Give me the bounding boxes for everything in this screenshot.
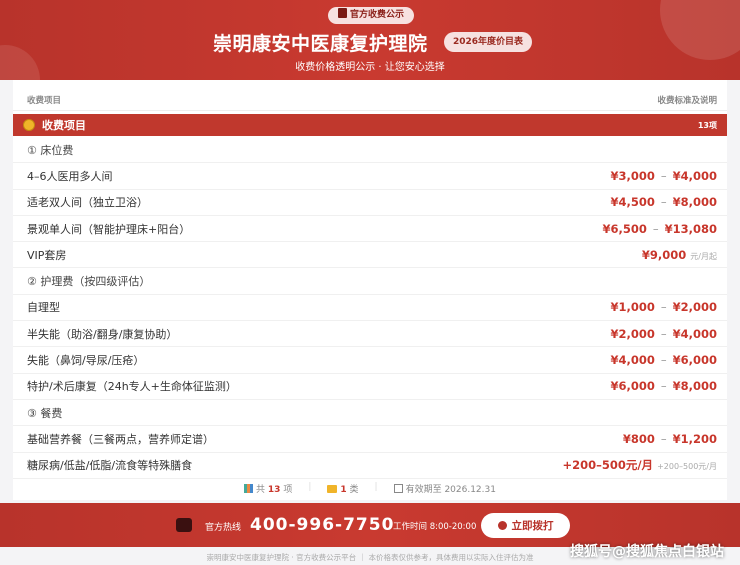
price-high: ¥4,000 bbox=[672, 168, 717, 183]
price-high: ¥6,000 bbox=[672, 353, 717, 368]
row-price: ¥800– ¥1,200 bbox=[623, 432, 717, 446]
valid-until-stat: 有效期至 2026.12.31 bbox=[393, 482, 496, 495]
category-row: ① 床位费 bbox=[13, 137, 727, 164]
row-price: ¥4,500– ¥8,000 bbox=[610, 195, 717, 209]
price-note: +200–500元/月 bbox=[657, 462, 717, 472]
official-badge-label: 官方收费公示 bbox=[350, 10, 405, 20]
price-row: 特护/术后康复（24h专人+生命体征监测） ¥6,000– ¥8,000 bbox=[13, 374, 727, 400]
hotline-number[interactable]: 400-996-7750 bbox=[250, 515, 394, 535]
hotline-label: 官方热线 bbox=[205, 523, 242, 533]
range-dash: – bbox=[660, 168, 667, 183]
price-low: ¥6,500 bbox=[602, 221, 647, 236]
price-low: ¥4,500 bbox=[610, 195, 655, 210]
category-row: ② 护理费（按四级评估） bbox=[13, 268, 727, 295]
row-price: ¥4,000– ¥6,000 bbox=[610, 353, 717, 367]
range-dash: – bbox=[660, 326, 667, 341]
section-count: 13项 bbox=[697, 120, 717, 130]
row-label: ② 护理费（按四级评估） bbox=[27, 275, 151, 289]
price-table-card: 收费项目 收费标准及说明 收费项目 13项 ① 床位费 4–6人医用多人间 ¥3,0… bbox=[13, 80, 727, 500]
range-dash: – bbox=[660, 431, 667, 446]
decorative-circle bbox=[660, 0, 740, 60]
range-dash: – bbox=[660, 195, 667, 210]
column-header: 收费项目 收费标准及说明 bbox=[27, 94, 717, 106]
category-stat: 1 类 bbox=[327, 482, 359, 495]
row-price: ¥1,000– ¥2,000 bbox=[610, 300, 717, 314]
price-high: ¥8,000 bbox=[672, 379, 717, 394]
price-low: ¥1,000 bbox=[610, 300, 655, 315]
price-low: ¥2,000 bbox=[610, 326, 655, 341]
page-subtitle: 收费价格透明公示 · 让您安心选择 bbox=[295, 62, 445, 73]
row-price: ¥9,000 元/月起 bbox=[642, 248, 717, 262]
row-label: 适老双人间（独立卫浴） bbox=[27, 196, 148, 210]
page-title: 崇明康安中医康复护理院 bbox=[213, 33, 428, 55]
row-price: ¥6,500– ¥13,080 bbox=[602, 222, 717, 236]
column-header-item: 收费项目 bbox=[27, 96, 62, 106]
price-low: ¥4,000 bbox=[610, 353, 655, 368]
range-dash: – bbox=[660, 300, 667, 315]
row-price: ¥6,000– ¥8,000 bbox=[610, 379, 717, 393]
telephone-icon bbox=[176, 518, 192, 532]
price-low: ¥6,000 bbox=[610, 379, 655, 394]
money-bag-icon bbox=[23, 119, 35, 131]
price-value: +200–500元/月 bbox=[562, 458, 654, 473]
header-banner: 官方收费公示 崇明康安中医康复护理院 2026年度价目表 收费价格透明公示 · … bbox=[0, 0, 740, 80]
call-now-button[interactable]: 立即拨打 bbox=[481, 513, 570, 538]
folder-icon bbox=[327, 485, 338, 493]
column-header-standard: 收费标准及说明 bbox=[657, 96, 717, 106]
price-row: 自理型 ¥1,000– ¥2,000 bbox=[13, 295, 727, 322]
phone-icon bbox=[497, 521, 507, 530]
row-label: VIP套房 bbox=[27, 248, 67, 262]
call-now-label: 立即拨打 bbox=[511, 520, 554, 532]
price-high: ¥2,000 bbox=[672, 300, 717, 315]
price-row: VIP套房 ¥9,000 元/月起 bbox=[13, 242, 727, 269]
range-dash: – bbox=[660, 379, 667, 394]
price-high: ¥8,000 bbox=[672, 195, 717, 210]
range-dash: – bbox=[652, 221, 659, 236]
price-high: ¥13,080 bbox=[664, 221, 717, 236]
price-row: 糖尿病/低盐/低脂/流食等特殊膳食 +200–500元/月 +200–500元/月 bbox=[13, 453, 727, 479]
price-row: 景观单人间（智能护理床+阳台） ¥6,500– ¥13,080 bbox=[13, 216, 727, 243]
section-title: 收费项目 bbox=[42, 119, 86, 132]
row-label: ① 床位费 bbox=[27, 143, 74, 157]
price-row: 基础营养餐（三餐两点，营养师定谱） ¥800– ¥1,200 bbox=[13, 426, 727, 453]
row-label: 糖尿病/低盐/低脂/流食等特殊膳食 bbox=[27, 459, 193, 473]
price-unit: 元/月起 bbox=[690, 251, 717, 261]
row-label: 特护/术后康复（24h专人+生命体征监测） bbox=[27, 380, 237, 394]
row-label: 自理型 bbox=[27, 301, 60, 315]
year-badge: 2026年度价目表 bbox=[444, 32, 533, 52]
official-badge: 官方收费公示 bbox=[328, 7, 415, 24]
price-row: 半失能（助浴/翻身/康复协助） ¥2,000– ¥4,000 bbox=[13, 321, 727, 348]
calendar-icon bbox=[393, 484, 403, 493]
row-label: 失能（鼻饲/导尿/压疮） bbox=[27, 354, 145, 368]
row-price: ¥2,000– ¥4,000 bbox=[610, 327, 717, 341]
separator: | bbox=[374, 482, 378, 492]
row-label: 基础营养餐（三餐两点，营养师定谱） bbox=[27, 432, 214, 446]
row-label: ③ 餐费 bbox=[27, 406, 63, 420]
row-label: 4–6人医用多人间 bbox=[27, 169, 113, 183]
document-icon bbox=[338, 8, 347, 18]
section-header: 收费项目 13项 bbox=[13, 114, 727, 136]
row-label: 半失能（助浴/翻身/康复协助） bbox=[27, 327, 178, 341]
price-low: ¥800 bbox=[622, 431, 655, 446]
price-row: 失能（鼻饲/导尿/压疮） ¥4,000– ¥6,000 bbox=[13, 347, 727, 374]
price-value: ¥9,000 bbox=[641, 247, 687, 262]
divider bbox=[13, 110, 727, 111]
watermark: 搜狐号@搜狐焦点白银站 bbox=[570, 544, 724, 560]
price-rows: ① 床位费 4–6人医用多人间 ¥3,000– ¥4,000 适老双人间（独立卫浴） ¥4… bbox=[13, 137, 727, 479]
range-dash: – bbox=[660, 353, 667, 368]
row-price: ¥3,000– ¥4,000 bbox=[610, 169, 717, 183]
price-high: ¥4,000 bbox=[672, 326, 717, 341]
working-hours: 工作时间 8:00-20:00 bbox=[393, 522, 477, 532]
row-price: +200–500元/月 +200–500元/月 bbox=[562, 457, 717, 473]
row-label: 景观单人间（智能护理床+阳台） bbox=[27, 222, 191, 236]
price-high: ¥1,200 bbox=[672, 431, 717, 446]
total-items-stat: 共 13 项 bbox=[244, 482, 292, 495]
separator: | bbox=[308, 482, 312, 492]
price-low: ¥3,000 bbox=[610, 168, 655, 183]
summary-stats: 共 13 项 | 1 类 | 有效期至 2026.12.31 bbox=[13, 482, 727, 495]
price-row: 4–6人医用多人间 ¥3,000– ¥4,000 bbox=[13, 163, 727, 190]
price-row: 适老双人间（独立卫浴） ¥4,500– ¥8,000 bbox=[13, 190, 727, 216]
chart-icon bbox=[244, 484, 254, 493]
category-row: ③ 餐费 bbox=[13, 400, 727, 427]
